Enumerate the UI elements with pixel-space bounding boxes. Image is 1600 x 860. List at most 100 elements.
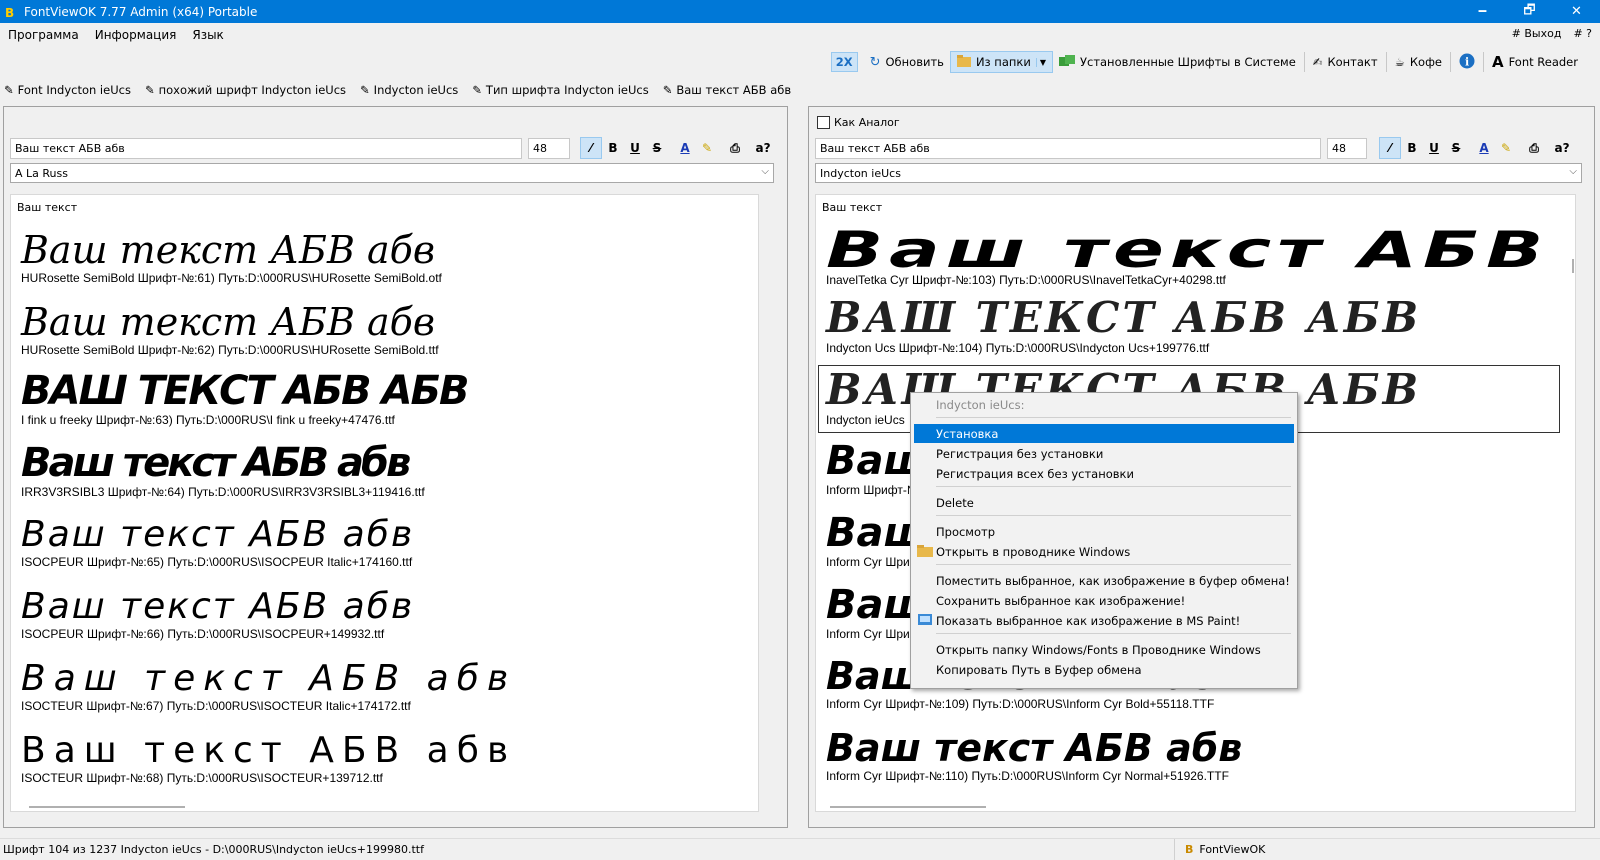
char-help-button[interactable]: a? (1551, 137, 1573, 159)
info-button[interactable]: i (1453, 51, 1481, 73)
menu-info[interactable]: Информация (87, 28, 185, 42)
left-font-list[interactable]: Ваш текст Ваш текст АБВ абв HURosette Se… (10, 194, 759, 812)
refresh-button[interactable]: ↻ Обновить (864, 51, 950, 73)
exit-link[interactable]: # Выход (1512, 27, 1562, 40)
list-item[interactable]: Ваш текст АБВ абв ISOCTEUR Шрифт-№:67) П… (21, 661, 516, 714)
font-reader-label: Font Reader (1508, 55, 1578, 69)
print-icon[interactable]: ⎙ (1523, 137, 1545, 159)
menu-copy-path[interactable]: Копировать Путь в Буфер обмена (914, 660, 1294, 679)
italic-toggle[interactable]: ⁄ (1379, 137, 1401, 159)
left-text-input[interactable]: Ваш текст АБВ абв (10, 137, 522, 159)
bold-button[interactable]: B (1401, 137, 1423, 159)
menu-program[interactable]: Программа (0, 28, 87, 42)
list-item[interactable]: Ваш текст АБВ а InavelTetka Cyr Шрифт-№:… (826, 225, 1575, 287)
chevron-down-icon[interactable]: ▼ (1035, 57, 1046, 67)
tab-text[interactable]: ✎ Ваш текст АБВ абв (663, 83, 791, 97)
status-app-name: FontViewOK (1199, 843, 1266, 856)
char-help-button[interactable]: a? (752, 137, 774, 159)
menu-show-paint[interactable]: Показать выбранное как изображение в MS … (914, 611, 1294, 630)
font-color-icon[interactable]: A (1473, 137, 1495, 159)
horizontal-scrollbar[interactable] (830, 806, 986, 808)
menu-delete[interactable]: Delete (914, 493, 1294, 512)
menu-install[interactable]: Установка (914, 424, 1294, 443)
coffee-button[interactable]: ☕ Кофе (1389, 51, 1448, 73)
strike-button[interactable]: S (646, 137, 668, 159)
list-item[interactable]: Ваш текст АБВ абв ISOCPEUR Шрифт-№:66) П… (21, 589, 414, 642)
app-icon: B (4, 5, 18, 19)
vertical-scrollbar[interactable] (1572, 259, 1574, 273)
coffee-icon: ☕ (1394, 55, 1405, 69)
list-item[interactable]: Ваш текст АБВ абв ISOCTEUR Шрифт-№:68) П… (21, 733, 516, 786)
horizontal-scrollbar[interactable] (29, 806, 185, 808)
strike-button[interactable]: S (1445, 137, 1467, 159)
analog-checkbox[interactable]: Как Аналог (817, 116, 900, 129)
list-item[interactable]: Ваш текст АБВ абв HURosette SemiBold Шри… (21, 231, 442, 285)
paint-icon (917, 613, 933, 627)
title-bar: B FontViewOK 7.77 Admin (x64) Portable 🗕… (0, 0, 1600, 23)
tab-font[interactable]: ✎ Font Indycton ieUcs (4, 83, 131, 97)
right-size-input[interactable]: 48 (1327, 137, 1367, 159)
italic-toggle[interactable]: ⁄ (580, 137, 602, 159)
installed-fonts-icon (1058, 54, 1075, 70)
installed-fonts-label: Установленные Шрифты в Системе (1079, 55, 1296, 69)
print-icon[interactable]: ⎙ (724, 137, 746, 159)
from-folder-label: Из папки (975, 55, 1031, 69)
right-font-select[interactable]: Indycton ieUcs ⌵ (815, 163, 1582, 183)
list-item[interactable]: Ваш текст АБВ абв ISOCPEUR Шрифт-№:65) П… (21, 517, 414, 570)
font-reader-icon: A (1491, 53, 1504, 71)
right-controls: Ваш текст АБВ абв 48 ⁄ B U S A ✎ ⎙ a? (815, 137, 1573, 159)
tab-name[interactable]: ✎ Indycton ieUcs (360, 83, 458, 97)
minimize-button[interactable]: 🗕 (1459, 0, 1506, 23)
menu-open-fonts[interactable]: Открыть папку Windows/Fonts в Проводнике… (914, 640, 1294, 659)
menu-preview[interactable]: Просмотр (914, 522, 1294, 541)
underline-button[interactable]: U (1423, 137, 1445, 159)
list-item[interactable]: ВАШ ТЕКСТ АБВ АБВ Indycton Ucs Шрифт-№:1… (826, 297, 1421, 356)
tab-similar[interactable]: ✎ похожий шрифт Indycton ieUcs (145, 83, 346, 97)
left-font-select[interactable]: A La Russ ⌵ (10, 163, 774, 183)
svg-text:B: B (5, 6, 14, 19)
left-pane: Ваш текст АБВ абв 48 ⁄ B U S A ✎ ⎙ a? A … (3, 106, 788, 828)
left-size-input[interactable]: 48 (528, 137, 570, 159)
status-text: Шрифт 104 из 1237 Indycton ieUcs - D:\00… (3, 843, 424, 856)
list-item[interactable]: ВАШ ТЕКСТ АБВ АБВ I fink u freeky Шрифт-… (21, 371, 469, 427)
pencil-icon: ✎ (472, 83, 482, 97)
maximize-button[interactable]: 🗗 (1506, 0, 1553, 23)
highlight-icon[interactable]: ✎ (1495, 137, 1517, 159)
pencil-icon: ✎ (662, 83, 673, 97)
tab-type[interactable]: ✎ Тип шрифта Indycton ieUcs (472, 83, 648, 97)
from-folder-button[interactable]: Из папки ▼ (949, 51, 1053, 73)
menu-bar: Программа Информация Язык # Выход # ? (0, 23, 1600, 47)
list-item[interactable]: Ваш текст АБВ абв Inform Cyr Шрифт-№:110… (826, 729, 1242, 783)
contact-icon: ✍ (1312, 55, 1323, 69)
menu-register-all[interactable]: Регистрация всех без установки (914, 464, 1294, 483)
caption: Ваш текст (822, 201, 883, 214)
refresh-label: Обновить (885, 55, 944, 69)
underline-button[interactable]: U (624, 137, 646, 159)
installed-fonts-button[interactable]: Установленные Шрифты в Системе (1053, 51, 1302, 73)
contact-button[interactable]: ✍ Контакт (1307, 51, 1384, 73)
highlight-icon[interactable]: ✎ (696, 137, 718, 159)
right-text-input[interactable]: Ваш текст АБВ абв (815, 137, 1321, 159)
menu-copy-image[interactable]: Поместить выбранное, как изображение в б… (914, 571, 1294, 590)
menu-open-explorer[interactable]: Открыть в проводнике Windows (914, 542, 1294, 561)
chevron-down-icon: ⌵ (1569, 166, 1577, 177)
zoom-2x-button[interactable]: 2X (830, 52, 858, 72)
list-item[interactable]: Ваш текст АБВ абв HURosette SemiBold Шри… (21, 303, 439, 357)
menu-register[interactable]: Регистрация без установки (914, 444, 1294, 463)
svg-text:i: i (1465, 55, 1469, 68)
status-bar: Шрифт 104 из 1237 Indycton ieUcs - D:\00… (0, 838, 1600, 860)
menu-header: Indycton ieUcs: (936, 397, 1025, 412)
font-color-icon[interactable]: A (674, 137, 696, 159)
caption: Ваш текст (17, 201, 78, 214)
help-link[interactable]: # ? (1573, 27, 1592, 40)
pencil-icon: ✎ (4, 83, 14, 97)
tabs-bar: ✎ Font Indycton ieUcs ✎ похожий шрифт Indy… (0, 78, 1600, 102)
menu-save-image[interactable]: Сохранить выбранное как изображение! (914, 591, 1294, 610)
list-item[interactable]: Ваш текст АБВ абв IRR3V3RSIBL3 Шрифт-№:6… (21, 443, 425, 499)
refresh-icon: ↻ (869, 54, 881, 70)
bold-button[interactable]: B (602, 137, 624, 159)
font-reader-button[interactable]: A Font Reader (1486, 51, 1584, 73)
close-button[interactable]: ✕ (1553, 0, 1600, 23)
menu-language[interactable]: Язык (184, 28, 231, 42)
checkbox-icon[interactable] (817, 116, 830, 129)
